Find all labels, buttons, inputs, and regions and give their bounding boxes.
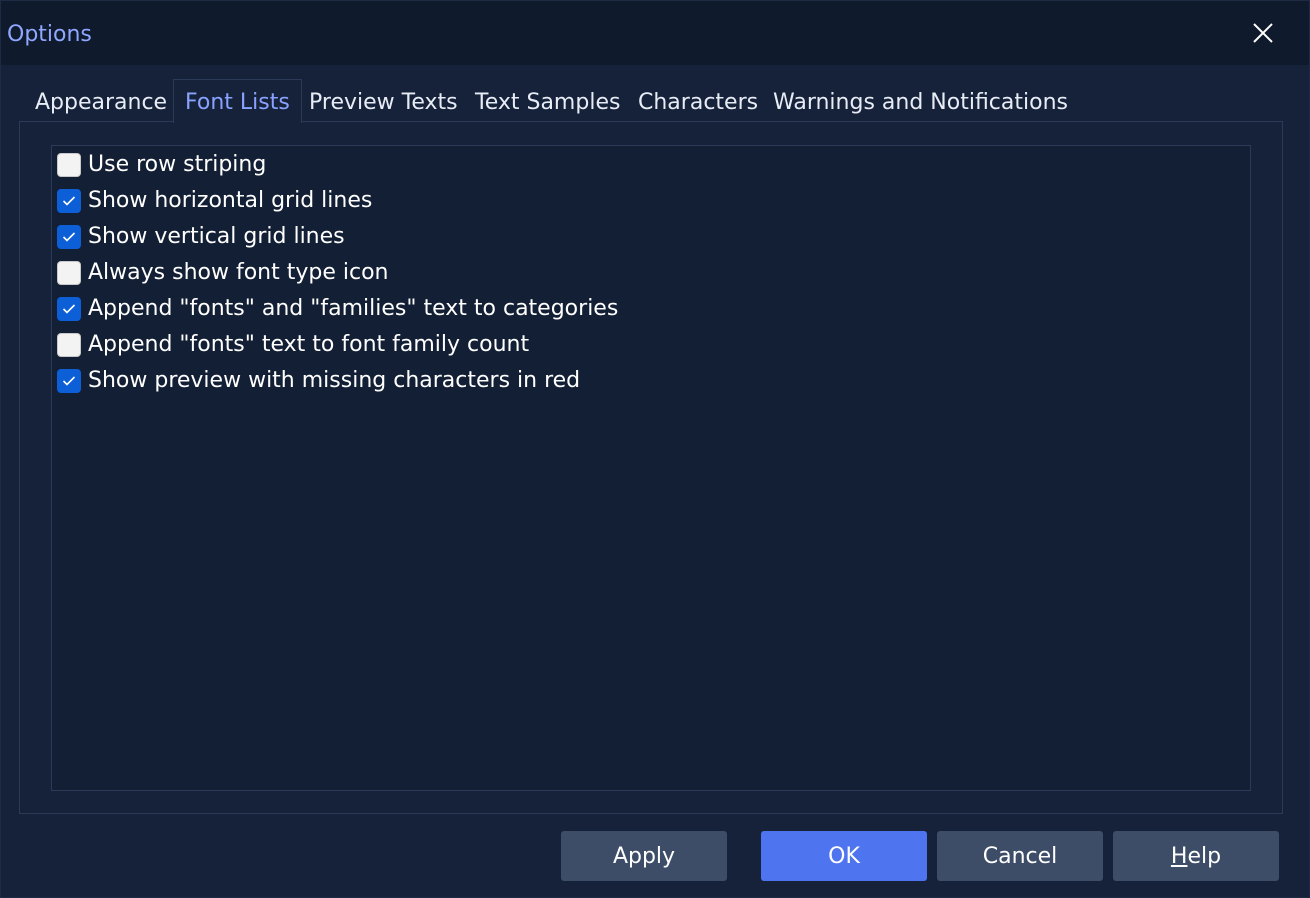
option-label: Show preview with missing characters in …	[88, 368, 581, 393]
cancel-button[interactable]: Cancel	[937, 831, 1103, 881]
option-show-vertical-grid-lines[interactable]: Show vertical grid lines	[57, 222, 345, 252]
help-label-rest: elp	[1187, 843, 1222, 869]
checkbox[interactable]	[57, 297, 81, 321]
ok-button[interactable]: OK	[761, 831, 927, 881]
checkmark-icon	[62, 196, 76, 206]
option-use-row-striping[interactable]: Use row striping	[57, 150, 266, 180]
tab-appearance[interactable]: Appearance	[35, 79, 167, 123]
option-append-fonts-to-family-count[interactable]: Append "fonts" text to font family count	[57, 330, 529, 360]
close-button[interactable]	[1241, 13, 1285, 53]
help-button[interactable]: Help	[1113, 831, 1279, 881]
checkbox[interactable]	[57, 225, 81, 249]
tab-bar: Appearance Font Lists Preview Texts Text…	[19, 79, 1283, 123]
window-title: Options	[7, 22, 92, 47]
checkbox[interactable]	[57, 261, 81, 285]
tab-preview-texts[interactable]: Preview Texts	[309, 79, 458, 123]
option-label: Append "fonts" text to font family count	[88, 332, 530, 357]
close-icon	[1253, 23, 1273, 43]
checkbox[interactable]	[57, 153, 81, 177]
option-append-fonts-and-families[interactable]: Append "fonts" and "families" text to ca…	[57, 294, 618, 324]
tab-warnings-and-notifications[interactable]: Warnings and Notifications	[773, 79, 1068, 123]
checkmark-icon	[62, 376, 76, 386]
option-label: Use row striping	[88, 152, 267, 177]
tab-text-samples[interactable]: Text Samples	[475, 79, 620, 123]
option-label: Always show font type icon	[88, 260, 389, 285]
checkbox[interactable]	[57, 369, 81, 393]
tab-font-lists[interactable]: Font Lists	[173, 79, 302, 123]
option-show-horizontal-grid-lines[interactable]: Show horizontal grid lines	[57, 186, 372, 216]
option-label: Show vertical grid lines	[88, 224, 345, 249]
option-label: Append "fonts" and "families" text to ca…	[88, 296, 619, 321]
options-list: Use row striping Show horizontal grid li…	[51, 145, 1251, 791]
checkmark-icon	[62, 304, 76, 314]
title-bar: Options	[1, 1, 1309, 65]
checkmark-icon	[62, 232, 76, 242]
checkbox[interactable]	[57, 333, 81, 357]
checkbox[interactable]	[57, 189, 81, 213]
font-lists-panel: Use row striping Show horizontal grid li…	[19, 121, 1283, 814]
tab-characters[interactable]: Characters	[638, 79, 758, 123]
option-always-show-font-type-icon[interactable]: Always show font type icon	[57, 258, 388, 288]
option-label: Show horizontal grid lines	[88, 188, 373, 213]
apply-button[interactable]: Apply	[561, 831, 727, 881]
option-show-preview-missing-red[interactable]: Show preview with missing characters in …	[57, 366, 580, 396]
options-dialog: Options Appearance Font Lists Preview Te…	[0, 0, 1310, 898]
help-mnemonic: H	[1170, 843, 1188, 869]
